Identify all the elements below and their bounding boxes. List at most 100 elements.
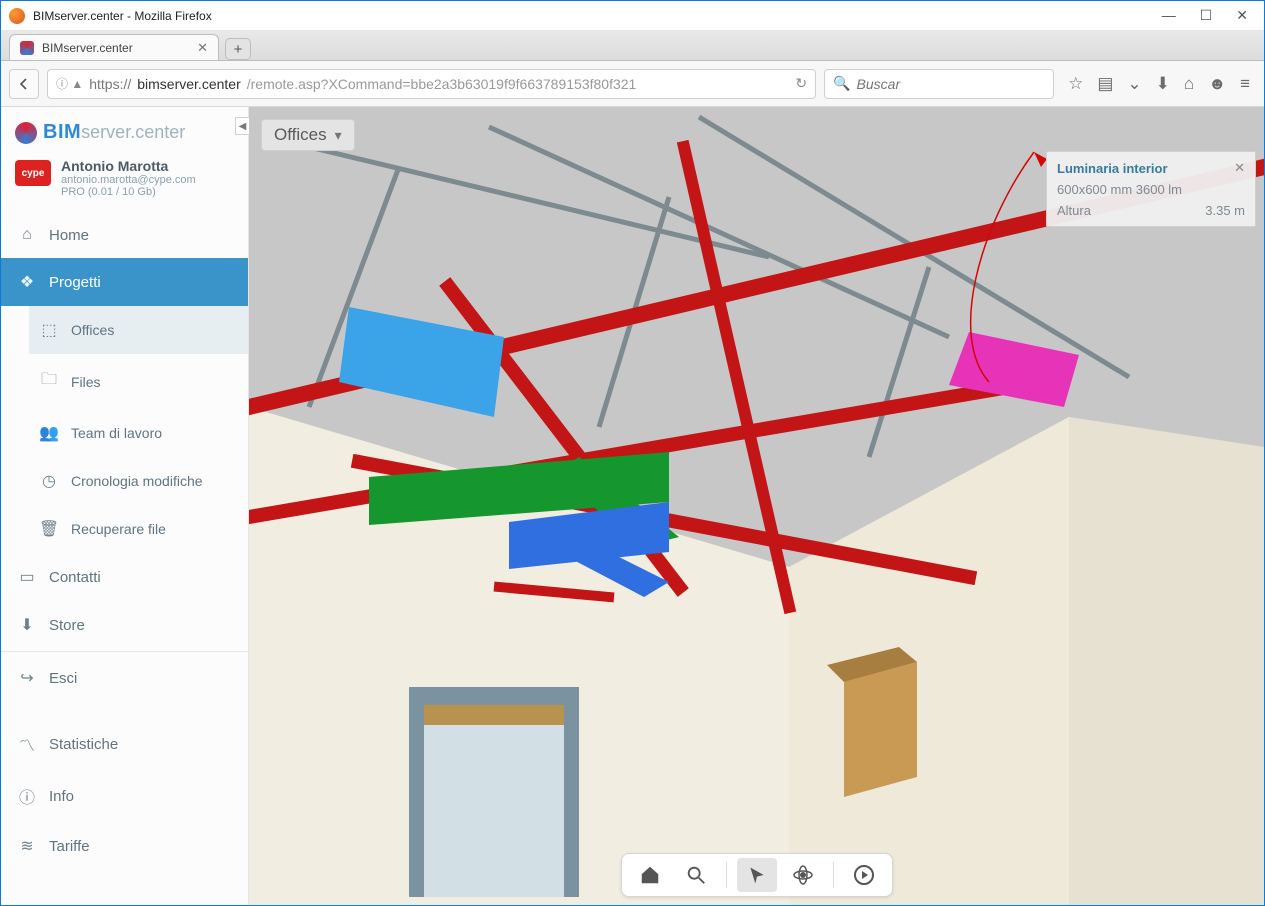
nav-offices[interactable]: ⬚ Offices xyxy=(29,306,248,354)
nav-recuperare[interactable]: 🗑 Recuperare file xyxy=(29,505,248,553)
nav-files[interactable]: 🗀 Files xyxy=(29,354,248,409)
nav-cronologia[interactable]: ◷ Cronologia modifiche xyxy=(29,457,248,505)
window-close-button[interactable]: ✕ xyxy=(1236,7,1248,24)
nav-home[interactable]: ⌂ Home xyxy=(1,212,248,258)
nav-home-label: Home xyxy=(49,227,89,244)
user-name: Antonio Marotta xyxy=(61,158,196,174)
nav-team[interactable]: 👥 Team di lavoro xyxy=(29,409,248,457)
project-dropdown[interactable]: Offices ▾ xyxy=(261,119,355,151)
nav-contatti[interactable]: ▭ Contatti xyxy=(1,553,248,601)
project-dropdown-label: Offices xyxy=(274,125,327,145)
vc-home-button[interactable] xyxy=(630,858,670,892)
vc-select-button[interactable] xyxy=(737,858,777,892)
clock-icon: ◷ xyxy=(39,471,59,491)
vc-separator xyxy=(833,862,834,888)
info-lock-icon: ⓘ ▲ xyxy=(56,75,83,92)
user-email: antonio.marotta@cype.com xyxy=(61,174,196,186)
search-input[interactable] xyxy=(857,76,1046,92)
window-title: BIMserver.center - Mozilla Firefox xyxy=(33,9,1162,23)
vc-orbit-button[interactable] xyxy=(783,858,823,892)
user-quota: PRO (0.01 / 10 Gb) xyxy=(61,186,196,198)
browser-toolbar: ⓘ ▲ https://bimserver.center/remote.asp?… xyxy=(1,61,1264,107)
nav-contatti-label: Contatti xyxy=(49,569,101,586)
new-tab-button[interactable]: + xyxy=(225,38,251,60)
stats-icon: 〽 xyxy=(17,732,37,756)
nav-divider xyxy=(1,651,248,652)
chat-button[interactable]: ☻ xyxy=(1208,74,1226,94)
nav-tariffe[interactable]: ≋ Tariffe xyxy=(1,822,248,870)
cube-icon: ⬚ xyxy=(39,320,59,340)
nav-offices-label: Offices xyxy=(71,322,114,338)
info-panel-close-button[interactable]: ✕ xyxy=(1234,160,1245,176)
sidebar-collapse-button[interactable]: ◀ xyxy=(235,117,249,135)
nav-info-label: Info xyxy=(49,788,74,805)
nav-progetti[interactable]: ❖ Progetti xyxy=(1,258,248,306)
url-host: bimserver.center xyxy=(137,76,240,92)
orbit-icon xyxy=(791,863,815,887)
projects-icon: ❖ xyxy=(17,272,37,292)
tab-favicon xyxy=(20,41,34,55)
info-panel-title: Luminaria interior xyxy=(1057,161,1168,176)
tab-strip: BIMserver.center ✕ + xyxy=(1,31,1264,61)
content-area: ◀ BIMserver.center cype Antonio Marotta … xyxy=(1,107,1264,905)
nav-info[interactable]: ⓘ Info xyxy=(1,770,248,822)
arrow-left-icon xyxy=(16,76,32,92)
nav-store[interactable]: ⬇ Store xyxy=(1,601,248,649)
nav-statistiche[interactable]: 〽 Statistiche xyxy=(1,718,248,770)
contacts-icon: ▭ xyxy=(17,567,37,587)
cursor-icon xyxy=(747,865,767,885)
search-icon: 🔍 xyxy=(833,75,850,92)
logo-text-rest: server.center xyxy=(81,122,185,142)
window-maximize-button[interactable]: ☐ xyxy=(1200,7,1213,24)
element-info-panel: Luminaria interior ✕ 600x600 mm 3600 lm … xyxy=(1046,151,1256,227)
menu-button[interactable]: ≡ xyxy=(1240,74,1250,94)
nav-store-label: Store xyxy=(49,617,85,634)
nav-files-label: Files xyxy=(71,374,101,390)
browser-tab[interactable]: BIMserver.center ✕ xyxy=(9,34,219,60)
nav-cronologia-label: Cronologia modifiche xyxy=(71,473,203,489)
chevron-down-icon: ▾ xyxy=(335,127,342,144)
vc-separator xyxy=(726,862,727,888)
search-bar[interactable]: 🔍 xyxy=(824,69,1054,99)
logo-mark-icon xyxy=(15,122,37,144)
firefox-icon xyxy=(9,8,25,24)
url-path: /remote.asp?XCommand=bbe2a3b63019f9f6637… xyxy=(247,76,637,92)
logo-text-bim: BIM xyxy=(43,121,81,143)
nav-tariffe-label: Tariffe xyxy=(49,838,90,855)
folder-icon: 🗀 xyxy=(39,368,59,395)
info-panel-altura-value: 3.35 m xyxy=(1205,203,1245,218)
nav-progetti-label: Progetti xyxy=(49,274,101,291)
bookmark-star-button[interactable]: ☆ xyxy=(1068,74,1083,94)
app-logo[interactable]: BIMserver.center xyxy=(1,107,248,154)
user-badge: cype xyxy=(15,160,51,186)
nav-back-button[interactable] xyxy=(9,69,39,99)
vc-zoom-button[interactable] xyxy=(676,858,716,892)
info-panel-spec: 600x600 mm 3600 lm xyxy=(1057,182,1245,197)
home-icon: ⌂ xyxy=(17,226,37,244)
home-button[interactable]: ⌂ xyxy=(1184,74,1194,94)
tariffe-icon: ≋ xyxy=(17,836,37,856)
play-circle-icon xyxy=(852,863,876,887)
vc-play-button[interactable] xyxy=(844,858,884,892)
url-bar[interactable]: ⓘ ▲ https://bimserver.center/remote.asp?… xyxy=(47,69,816,99)
magnifier-icon xyxy=(685,864,707,886)
viewer-3d[interactable]: Offices ▾ Luminaria interior ✕ 600x600 m… xyxy=(249,107,1264,905)
sidebar: ◀ BIMserver.center cype Antonio Marotta … xyxy=(1,107,249,905)
viewer-controls xyxy=(621,853,893,897)
info-icon: ⓘ xyxy=(17,784,37,808)
library-button[interactable]: ▤ xyxy=(1097,74,1113,94)
user-block[interactable]: cype Antonio Marotta antonio.marotta@cyp… xyxy=(1,154,248,212)
tab-title: BIMserver.center xyxy=(42,41,133,55)
nav-statistiche-label: Statistiche xyxy=(49,736,118,753)
nav-esci-label: Esci xyxy=(49,670,77,687)
reload-button[interactable]: ↻ xyxy=(795,75,807,92)
nav-recuperare-label: Recuperare file xyxy=(71,521,166,537)
nav-team-label: Team di lavoro xyxy=(71,425,162,441)
pocket-button[interactable]: ⌄ xyxy=(1127,74,1141,94)
downloads-button[interactable]: ⬇ xyxy=(1156,74,1170,94)
restore-icon: 🗑 xyxy=(39,519,59,539)
home-icon xyxy=(639,864,661,886)
tab-close-button[interactable]: ✕ xyxy=(197,40,208,56)
window-minimize-button[interactable]: — xyxy=(1162,7,1176,24)
nav-esci[interactable]: ↪ Esci xyxy=(1,654,248,702)
